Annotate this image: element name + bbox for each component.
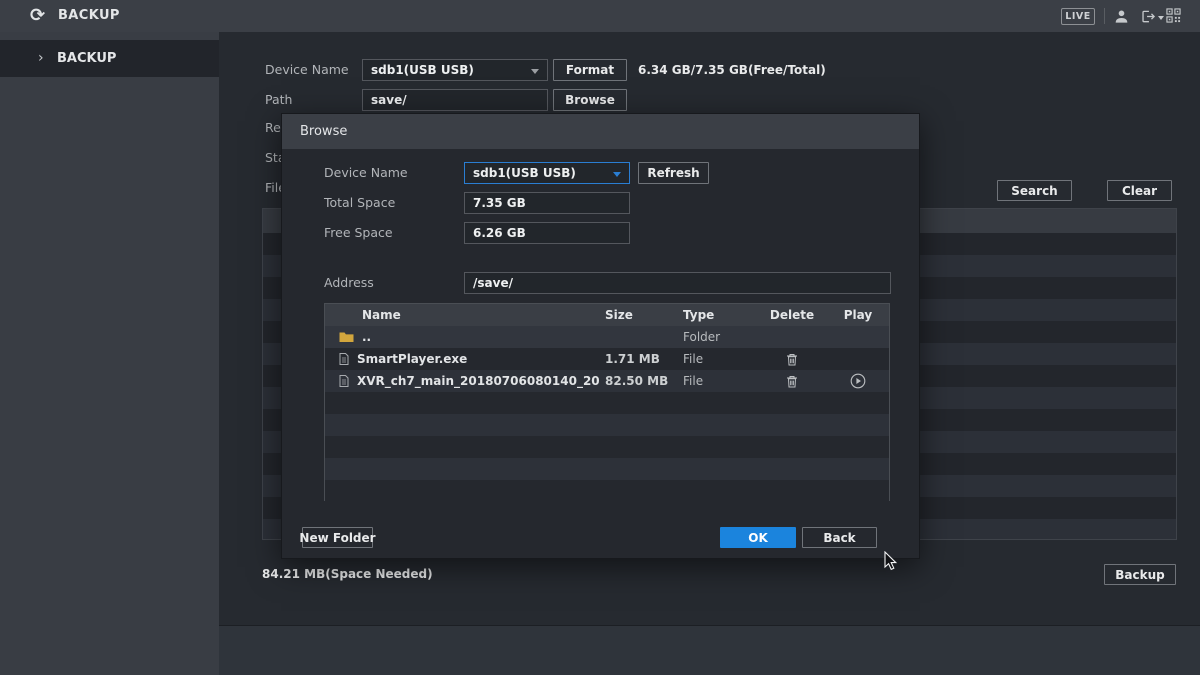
logout-icon[interactable] (1140, 9, 1156, 24)
empty-row (325, 480, 889, 502)
column-header-type: Type (675, 308, 757, 322)
folder-icon (339, 331, 354, 343)
file-size: 1.71 MB (599, 352, 675, 366)
capacity-text: 6.34 GB/7.35 GB(Free/Total) (638, 59, 826, 81)
file-row[interactable]: XVR_ch7_main_20180706080140_20180...82.5… (325, 370, 889, 392)
ok-button[interactable]: OK (720, 527, 796, 548)
top-bar: ⟳ BACKUP LIVE (0, 0, 1200, 32)
live-button[interactable]: LIVE (1061, 8, 1095, 25)
dialog-device-name-label: Device Name (324, 162, 408, 184)
sidebar: › BACKUP (0, 32, 219, 675)
backup-screen: ⟳ BACKUP LIVE › BACKUP (0, 0, 1200, 675)
caret-down-icon (1158, 16, 1164, 20)
column-header-size: Size (599, 308, 675, 322)
empty-row (325, 458, 889, 480)
path-label: Path (265, 89, 292, 111)
user-icon[interactable] (1114, 9, 1130, 24)
column-header-play: Play (827, 308, 889, 322)
free-space-label: Free Space (324, 222, 393, 244)
refresh-button[interactable]: Refresh (638, 162, 709, 184)
empty-row (325, 414, 889, 436)
device-name-label: Device Name (265, 59, 349, 81)
record-label-partial: Re (265, 117, 281, 139)
file-table: Name Size Type Delete Play .. Folder Smart… (324, 303, 890, 501)
file-name: XVR_ch7_main_20180706080140_20180... (357, 374, 599, 388)
file-name: SmartPlayer.exe (357, 352, 467, 366)
topbar-divider (1104, 8, 1105, 24)
file-type: Folder (675, 330, 757, 344)
file-table-body: ..FolderSmartPlayer.exe1.71 MBFileXVR_ch… (325, 326, 889, 502)
play-icon[interactable] (850, 373, 866, 389)
file-type: File (675, 374, 757, 388)
file-table-header: Name Size Type Delete Play (325, 304, 889, 326)
total-space-value: 7.35 GB (464, 192, 630, 214)
dialog-header: Browse (282, 114, 919, 149)
browse-dialog: Browse Device Name sdb1(USB USB) Refresh… (281, 113, 920, 559)
file-type: File (675, 352, 757, 366)
page-title: BACKUP (58, 0, 120, 32)
file-icon (339, 353, 349, 365)
format-button[interactable]: Format (553, 59, 627, 81)
file-size: 82.50 MB (599, 374, 675, 388)
free-space-value: 6.26 GB (464, 222, 630, 244)
column-header-name: Name (325, 308, 599, 322)
address-label: Address (324, 272, 374, 294)
dialog-device-name-select[interactable]: sdb1(USB USB) (464, 162, 630, 184)
device-name-select[interactable]: sdb1(USB USB) (362, 59, 548, 81)
sidebar-item-label: BACKUP (57, 40, 116, 77)
device-name-value: sdb1(USB USB) (371, 63, 474, 77)
sync-logo-icon: ⟳ (30, 5, 50, 27)
clear-button[interactable]: Clear (1107, 180, 1172, 201)
column-header-delete: Delete (757, 308, 827, 322)
new-folder-button[interactable]: New Folder (302, 527, 373, 548)
back-button[interactable]: Back (802, 527, 877, 548)
dialog-device-name-value: sdb1(USB USB) (473, 166, 576, 180)
total-space-label: Total Space (324, 192, 395, 214)
dialog-title: Browse (300, 114, 347, 149)
chevron-right-icon: › (38, 40, 44, 77)
empty-row (325, 392, 889, 414)
file-row[interactable]: SmartPlayer.exe 1.71 MBFile (325, 348, 889, 370)
footer-strip (219, 625, 1200, 675)
file-name: .. (362, 330, 371, 344)
delete-icon[interactable] (786, 353, 798, 366)
qr-code-icon[interactable] (1166, 8, 1182, 23)
empty-row (325, 436, 889, 458)
delete-icon[interactable] (786, 375, 798, 388)
browse-button[interactable]: Browse (553, 89, 627, 111)
mouse-cursor (884, 551, 898, 575)
path-input[interactable]: save/ (362, 89, 548, 111)
space-needed-text: 84.21 MB(Space Needed) (262, 563, 433, 585)
file-row[interactable]: .. Folder (325, 326, 889, 348)
sidebar-item-backup[interactable]: › BACKUP (0, 40, 219, 77)
search-button[interactable]: Search (997, 180, 1072, 201)
file-icon (339, 375, 349, 387)
address-input[interactable]: /save/ (464, 272, 891, 294)
dropdown-arrow-icon (531, 69, 539, 74)
backup-button[interactable]: Backup (1104, 564, 1176, 585)
dropdown-arrow-icon (613, 172, 621, 177)
